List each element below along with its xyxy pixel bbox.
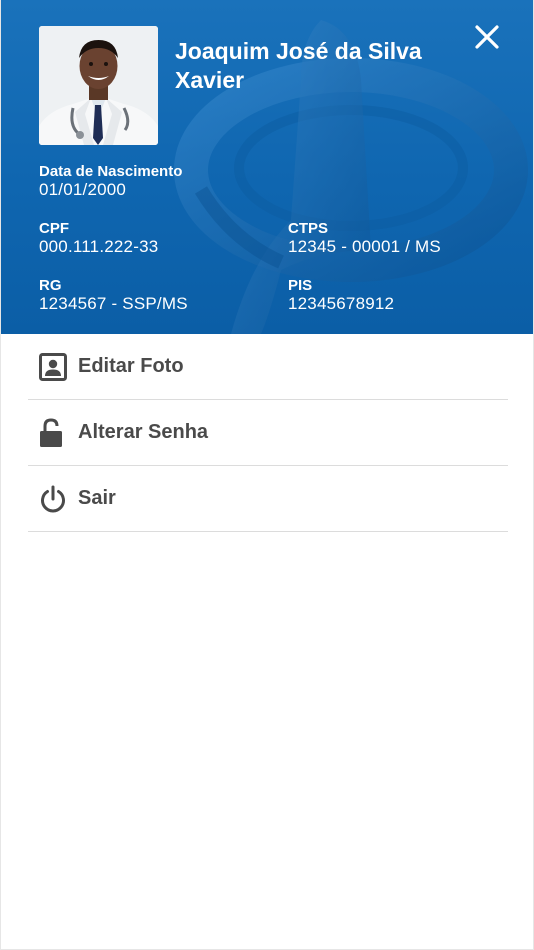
- cpf-field: CPF 000.111.222-33: [39, 220, 158, 256]
- ctps-field: CTPS 12345 - 00001 / MS: [288, 220, 441, 256]
- pis-value: 12345678912: [288, 294, 395, 313]
- rg-label: RG: [39, 277, 62, 294]
- birth-date-field: Data de Nascimento 01/01/2000: [39, 163, 182, 199]
- close-icon: [475, 25, 499, 49]
- power-icon: [28, 483, 78, 515]
- ctps-label: CTPS: [288, 220, 329, 237]
- birth-date-value: 01/01/2000: [39, 180, 127, 199]
- portrait-icon: [28, 351, 78, 383]
- rg-field: RG 1234567 - SSP/MS: [39, 277, 188, 313]
- profile-header: Joaquim José da Silva Xavier Data de Nas…: [1, 0, 533, 334]
- menu-item-label: Alterar Senha: [78, 421, 209, 443]
- profile-screen: Joaquim José da Silva Xavier Data de Nas…: [0, 0, 534, 950]
- menu-item-change-password[interactable]: Alterar Senha: [28, 400, 508, 466]
- menu-item-logout[interactable]: Sair: [28, 466, 508, 532]
- menu-item-edit-photo[interactable]: Editar Foto: [28, 334, 508, 400]
- cpf-label: CPF: [39, 220, 69, 237]
- account-menu: Editar Foto Alterar Senha Sair: [28, 334, 508, 532]
- cpf-value: 000.111.222-33: [39, 237, 159, 256]
- menu-item-label: Editar Foto: [78, 355, 184, 377]
- lock-icon: [28, 417, 78, 449]
- menu-item-label: Sair: [78, 487, 116, 509]
- doctor-avatar-icon: [39, 26, 158, 145]
- ctps-value: 12345 - 00001 / MS: [288, 237, 441, 256]
- profile-name: Joaquim José da Silva Xavier: [175, 38, 422, 93]
- close-button[interactable]: [469, 19, 505, 55]
- birth-date-label: Data de Nascimento: [39, 163, 183, 180]
- pis-field: PIS 12345678912: [288, 277, 394, 313]
- profile-photo: [39, 26, 158, 145]
- pis-label: PIS: [288, 277, 313, 294]
- rg-value: 1234567 - SSP/MS: [39, 294, 188, 313]
